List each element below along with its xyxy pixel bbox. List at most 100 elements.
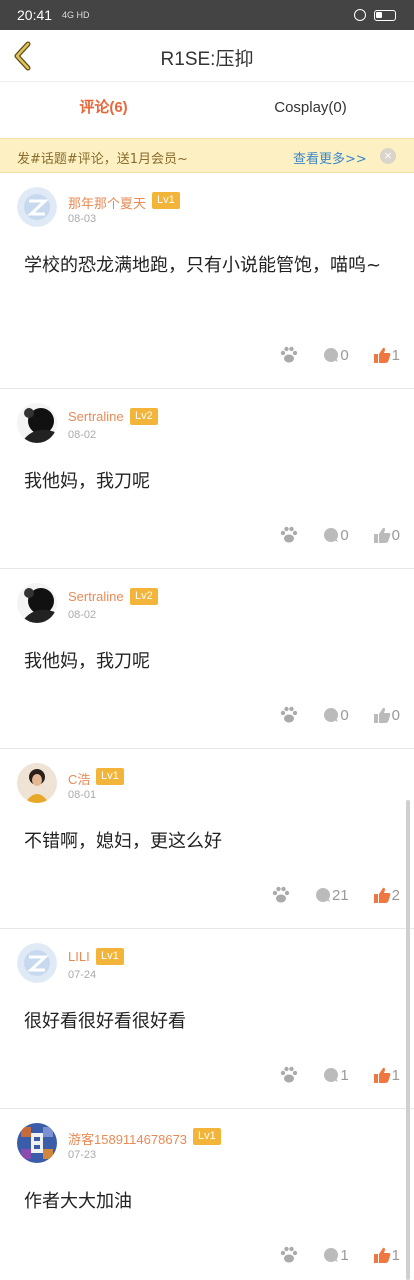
reply-button[interactable]: 1 xyxy=(323,1246,349,1264)
comment-item[interactable]: 游客1589114678673 Lv1 07-23 作者大大加油 1 1 xyxy=(0,1109,414,1280)
level-badge: Lv1 xyxy=(96,948,124,965)
comment-item[interactable]: C浩 Lv1 08-01 不错啊，媳妇，更这么好 21 2 xyxy=(0,749,414,929)
username[interactable]: Sertraline xyxy=(68,589,124,604)
comment-text: 学校的恐龙满地跑，只有小说能管饱，喵呜~ xyxy=(24,255,382,276)
avatar[interactable] xyxy=(17,403,57,443)
comment-date: 08-02 xyxy=(68,609,97,621)
comment-bubble-icon xyxy=(315,887,331,903)
level-badge: Lv1 xyxy=(96,768,124,785)
avatar[interactable] xyxy=(17,1123,57,1163)
level-badge: Lv1 xyxy=(152,192,180,209)
like-count: 2 xyxy=(391,886,400,904)
comment-list: 那年那个夏天 Lv1 08-03 学校的恐龙满地跑，只有小说能管饱，喵呜~ 0 1 Sert… xyxy=(0,173,414,1280)
comment-text: 我他妈，我刀呢 xyxy=(24,651,150,672)
comment-text: 我他妈，我刀呢 xyxy=(24,471,150,492)
username[interactable]: C浩 xyxy=(68,769,90,788)
like-button[interactable]: 0 xyxy=(373,707,400,724)
thumbs-up-icon xyxy=(373,707,391,724)
thumbs-up-icon xyxy=(373,527,391,544)
level-badge: Lv1 xyxy=(193,1128,221,1145)
like-count: 0 xyxy=(391,526,400,544)
comment-item[interactable]: Sertraline Lv2 08-02 我他妈，我刀呢 0 0 xyxy=(0,389,414,569)
thumbs-up-icon xyxy=(373,347,391,364)
username[interactable]: 游客1589114678673 xyxy=(68,1129,187,1148)
reply-count: 1 xyxy=(340,1066,349,1084)
comment-actions: 00 xyxy=(255,706,400,724)
comment-actions: 01 xyxy=(255,346,400,364)
paw-icon[interactable] xyxy=(279,1246,299,1264)
comment-date: 07-23 xyxy=(68,1149,97,1161)
like-count: 1 xyxy=(391,346,400,364)
like-button[interactable]: 0 xyxy=(373,527,400,544)
username[interactable]: LILI xyxy=(68,949,90,964)
thumbs-up-icon xyxy=(373,1067,391,1084)
paw-icon[interactable] xyxy=(271,886,291,904)
tab-bar: 评论(6) Cosplay(0) xyxy=(0,83,414,137)
like-count: 1 xyxy=(391,1066,400,1084)
level-badge: Lv2 xyxy=(130,408,158,425)
level-badge: Lv2 xyxy=(130,588,158,605)
see-more-link[interactable]: 查看更多>> xyxy=(293,148,367,167)
promo-banner: 发#话题#评论，送1月会员~ 查看更多>> × xyxy=(0,138,414,173)
promo-text: 发#话题#评论，送1月会员~ xyxy=(17,152,188,167)
reply-button[interactable]: 0 xyxy=(323,526,349,544)
comment-bubble-icon xyxy=(323,527,339,543)
like-button[interactable]: 2 xyxy=(373,887,400,904)
reply-count: 0 xyxy=(340,346,349,364)
avatar[interactable] xyxy=(17,763,57,803)
comment-item[interactable]: Sertraline Lv2 08-02 我他妈，我刀呢 0 0 xyxy=(0,569,414,749)
comment-date: 07-24 xyxy=(68,969,97,981)
rotation-lock-icon xyxy=(354,9,366,21)
comment-date: 08-02 xyxy=(68,429,97,441)
status-bar: 20:41 4G HD xyxy=(0,0,414,30)
comment-actions: 11 xyxy=(255,1246,400,1264)
comment-text: 很好看很好看很好看 xyxy=(24,1011,186,1032)
comment-text: 不错啊，媳妇，更这么好 xyxy=(24,831,222,852)
nav-bar: R1SE:压抑 xyxy=(0,30,414,82)
username[interactable]: 那年那个夏天 xyxy=(68,193,146,212)
avatar[interactable] xyxy=(17,187,57,227)
battery-icon xyxy=(374,9,396,21)
like-button[interactable]: 1 xyxy=(373,1247,400,1264)
reply-count: 21 xyxy=(331,886,349,904)
paw-icon[interactable] xyxy=(279,1066,299,1084)
close-icon[interactable]: × xyxy=(380,148,396,164)
tab-comments[interactable]: 评论(6) xyxy=(0,83,207,137)
reply-button[interactable]: 21 xyxy=(315,887,349,904)
like-button[interactable]: 1 xyxy=(373,1067,400,1084)
reply-button[interactable]: 0 xyxy=(323,706,349,724)
paw-icon[interactable] xyxy=(279,526,299,544)
reply-button[interactable]: 0 xyxy=(323,346,349,364)
scrollbar[interactable] xyxy=(406,800,410,1280)
paw-icon[interactable] xyxy=(279,346,299,364)
comment-actions: 21 2 xyxy=(247,886,400,904)
comment-bubble-icon xyxy=(323,1067,339,1083)
page-title: R1SE:压抑 xyxy=(160,49,254,70)
reply-count: 1 xyxy=(340,1246,349,1264)
tab-cosplay[interactable]: Cosplay(0) xyxy=(207,83,414,137)
like-count: 1 xyxy=(391,1246,400,1264)
username[interactable]: Sertraline xyxy=(68,409,124,424)
reply-count: 0 xyxy=(340,706,349,724)
comment-bubble-icon xyxy=(323,1247,339,1263)
signal-indicator: 4G HD xyxy=(62,10,90,20)
comment-item[interactable]: LILI Lv1 07-24 很好看很好看很好看 1 1 xyxy=(0,929,414,1109)
comment-text: 作者大大加油 xyxy=(24,1191,132,1212)
comment-date: 08-03 xyxy=(68,213,97,225)
comment-actions: 00 xyxy=(255,526,400,544)
status-time: 20:41 xyxy=(17,7,53,23)
like-count: 0 xyxy=(391,706,400,724)
like-button[interactable]: 1 xyxy=(373,347,400,364)
comment-bubble-icon xyxy=(323,707,339,723)
thumbs-up-icon xyxy=(373,1247,391,1264)
status-icons xyxy=(354,9,396,21)
comment-actions: 11 xyxy=(255,1066,400,1084)
comment-item[interactable]: 那年那个夏天 Lv1 08-03 学校的恐龙满地跑，只有小说能管饱，喵呜~ 0 1 xyxy=(0,173,414,389)
paw-icon[interactable] xyxy=(279,706,299,724)
comment-date: 08-01 xyxy=(68,789,97,801)
avatar[interactable] xyxy=(17,943,57,983)
avatar[interactable] xyxy=(17,583,57,623)
reply-count: 0 xyxy=(340,526,349,544)
thumbs-up-icon xyxy=(373,887,391,904)
reply-button[interactable]: 1 xyxy=(323,1066,349,1084)
